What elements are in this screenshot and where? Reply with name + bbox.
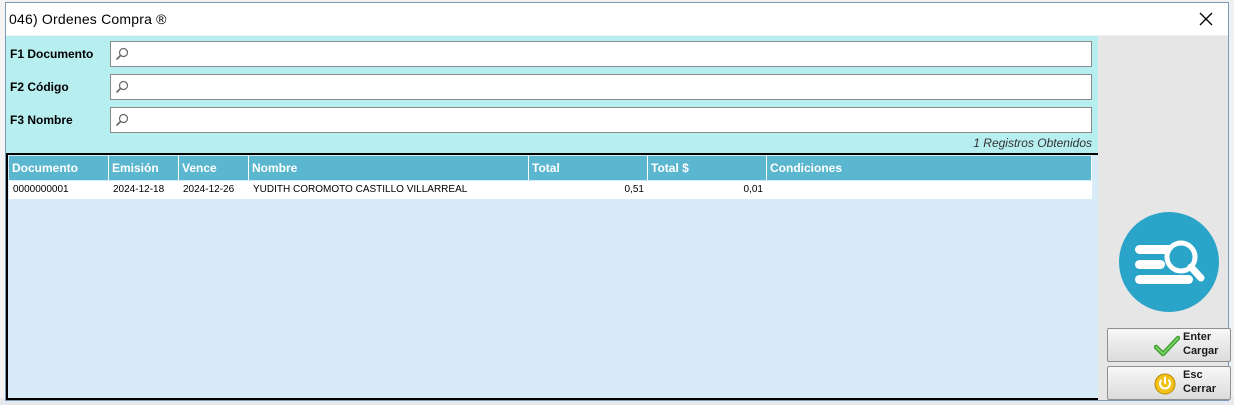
column-header-nombre[interactable]: Nombre — [249, 156, 529, 180]
action-panel: Enter Cargar Esc Cerrar — [1098, 36, 1231, 400]
close-button-key: Esc — [1183, 369, 1203, 381]
search-panel: F1 Documento F2 Código F3 Nombre 1 Regis… — [6, 36, 1098, 153]
cell-total-usd: 0,01 — [743, 184, 763, 195]
title-bar: 046) Ordenes Compra ® — [6, 3, 1228, 35]
table-row[interactable]: 0000000001 2024-12-18 2024-12-26 YUDITH … — [9, 181, 1092, 199]
load-button[interactable]: Enter Cargar — [1107, 328, 1231, 362]
cell-documento: 0000000001 — [13, 184, 69, 195]
column-header-documento[interactable]: Documento — [9, 156, 109, 180]
column-header-total[interactable]: Total — [529, 156, 648, 180]
results-grid[interactable]: Documento Emisión Vence Nombre Total Tot… — [6, 153, 1100, 400]
purchase-orders-dialog: 046) Ordenes Compra ® F1 Documento F2 Có… — [5, 2, 1231, 401]
close-button-label: Cerrar — [1183, 383, 1217, 395]
magnifier-icon — [115, 47, 129, 61]
window-title: 046) Ordenes Compra ® — [9, 11, 167, 27]
checkmark-icon — [1154, 335, 1180, 357]
cell-condiciones — [767, 181, 1092, 199]
documento-field[interactable] — [110, 41, 1092, 67]
documento-input[interactable] — [133, 45, 1087, 65]
close-icon — [1199, 12, 1213, 26]
load-button-key: Enter — [1183, 331, 1212, 343]
nombre-field[interactable] — [110, 107, 1092, 133]
search-row-documento: F1 Documento — [6, 41, 1098, 69]
codigo-field[interactable] — [110, 74, 1092, 100]
nombre-input[interactable] — [133, 111, 1087, 131]
search-list-icon — [1119, 212, 1219, 312]
nombre-label: F3 Nombre — [10, 113, 73, 127]
cell-vence: 2024-12-26 — [183, 184, 235, 195]
cell-emision: 2024-12-18 — [113, 184, 165, 195]
search-row-nombre: F3 Nombre — [6, 107, 1098, 135]
cell-nombre: YUDITH COROMOTO CASTILLO VILLARREAL — [253, 184, 468, 195]
column-header-total-usd[interactable]: Total $ — [648, 156, 767, 180]
close-button[interactable]: Esc Cerrar — [1107, 366, 1231, 400]
load-button-label: Cargar — [1183, 345, 1219, 357]
grid-header: Documento Emisión Vence Nombre Total Tot… — [9, 156, 1092, 180]
documento-label: F1 Documento — [10, 47, 94, 61]
codigo-input[interactable] — [133, 78, 1087, 98]
magnifier-icon — [115, 80, 129, 94]
cell-total: 0,51 — [624, 184, 644, 195]
records-count: 1 Registros Obtenidos — [973, 136, 1092, 150]
column-header-emision[interactable]: Emisión — [109, 156, 179, 180]
column-header-vence[interactable]: Vence — [179, 156, 249, 180]
codigo-label: F2 Código — [10, 80, 69, 94]
power-icon — [1154, 373, 1176, 395]
column-header-condiciones[interactable]: Condiciones — [767, 156, 1092, 180]
close-window-button[interactable] — [1184, 3, 1228, 35]
search-row-codigo: F2 Código — [6, 74, 1098, 102]
magnifier-icon — [115, 113, 129, 127]
